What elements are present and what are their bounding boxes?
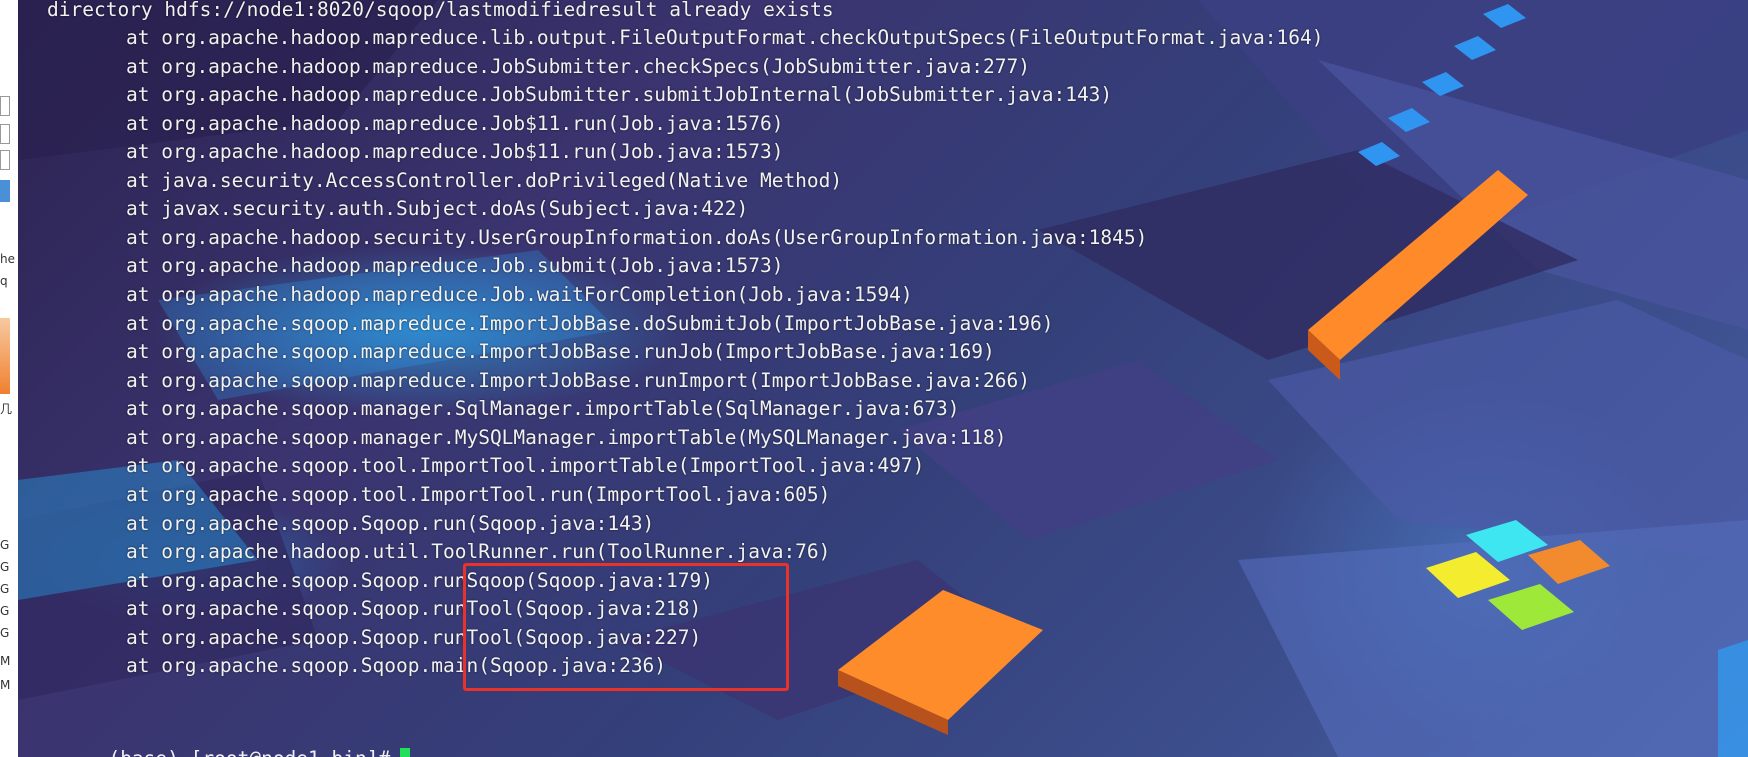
stack-trace-line: at org.apache.sqoop.Sqoop.run(Sqoop.java… <box>126 512 655 535</box>
strip-text: he <box>0 252 15 266</box>
stack-trace-line: at org.apache.sqoop.tool.ImportTool.run(… <box>126 483 831 506</box>
error-message-line: directory hdfs://node1:8020/sqoop/lastmo… <box>47 0 834 21</box>
stack-trace-line: at org.apache.hadoop.mapreduce.JobSubmit… <box>126 83 1113 106</box>
stack-trace-line: at org.apache.sqoop.tool.ImportTool.impo… <box>126 454 925 477</box>
strip-text: M <box>0 654 11 668</box>
strip-text: G <box>0 582 10 596</box>
strip-text: q <box>0 274 8 288</box>
strip-text: G <box>0 538 10 552</box>
strip-selected-row <box>0 180 10 202</box>
strip-text: 几 <box>0 402 13 416</box>
strip-field <box>0 96 10 116</box>
stack-trace-line: at org.apache.sqoop.mapreduce.ImportJobB… <box>126 312 1054 335</box>
strip-text: G <box>0 560 10 574</box>
stack-trace-line: at org.apache.sqoop.mapreduce.ImportJobB… <box>126 340 995 363</box>
strip-text: G <box>0 604 10 618</box>
stack-trace-line: at org.apache.sqoop.mapreduce.ImportJobB… <box>126 369 1030 392</box>
stack-trace-line: at java.security.AccessController.doPriv… <box>126 169 843 192</box>
shell-prompt-row[interactable]: (base) [root@node1 bin]# <box>38 714 411 757</box>
text-cursor <box>400 747 411 757</box>
shell-prompt: (base) [root@node1 bin]# <box>108 747 390 757</box>
strip-chart <box>0 318 10 394</box>
stack-trace-line: at org.apache.hadoop.util.ToolRunner.run… <box>126 540 831 563</box>
strip-field <box>0 124 10 144</box>
stack-trace-line: at org.apache.hadoop.mapreduce.JobSubmit… <box>126 55 1030 78</box>
stack-trace-line: at org.apache.hadoop.security.UserGroupI… <box>126 226 1148 249</box>
strip-text: M <box>0 678 11 692</box>
left-window-edge: he q 几 G G G G G M M <box>0 0 19 757</box>
stack-trace-line: at org.apache.hadoop.mapreduce.Job.waitF… <box>126 283 913 306</box>
strip-text: G <box>0 626 10 640</box>
stack-trace-line: at org.apache.sqoop.Sqoop.main(Sqoop.jav… <box>126 654 667 677</box>
stack-trace-line: at org.apache.sqoop.manager.MySQLManager… <box>126 426 1007 449</box>
stack-trace-line: at org.apache.sqoop.Sqoop.runTool(Sqoop.… <box>126 597 702 620</box>
stack-trace-line: at org.apache.sqoop.manager.SqlManager.i… <box>126 397 960 420</box>
stack-trace-line: at org.apache.hadoop.mapreduce.Job$11.ru… <box>126 112 784 135</box>
stack-trace-line: at org.apache.sqoop.Sqoop.runSqoop(Sqoop… <box>126 569 713 592</box>
stack-trace-line: at javax.security.auth.Subject.doAs(Subj… <box>126 197 749 220</box>
terminal-window[interactable]: directory hdfs://node1:8020/sqoop/lastmo… <box>18 0 1748 757</box>
strip-field <box>0 150 10 170</box>
stack-trace-line: at org.apache.hadoop.mapreduce.Job.submi… <box>126 254 784 277</box>
stack-trace-line: at org.apache.sqoop.Sqoop.runTool(Sqoop.… <box>126 626 702 649</box>
terminal-output: directory hdfs://node1:8020/sqoop/lastmo… <box>18 0 1748 757</box>
stack-trace-line: at org.apache.hadoop.mapreduce.lib.outpu… <box>126 26 1324 49</box>
stack-trace-line: at org.apache.hadoop.mapreduce.Job$11.ru… <box>126 140 784 163</box>
